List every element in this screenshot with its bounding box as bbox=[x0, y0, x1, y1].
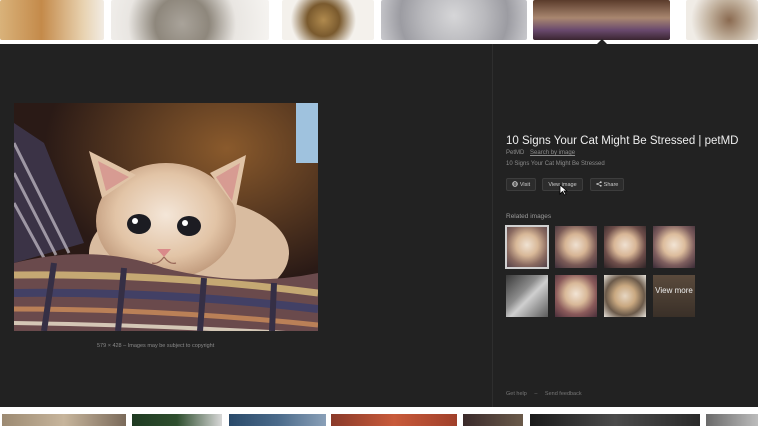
related-image-4[interactable] bbox=[653, 226, 695, 268]
result-description: 10 Signs Your Cat Might Be Stressed bbox=[506, 161, 605, 167]
visit-label: Visit bbox=[519, 181, 531, 188]
thumbnail-kitten-3[interactable] bbox=[282, 0, 374, 40]
share-label: Share bbox=[603, 181, 619, 188]
thumbnail-bottom-7[interactable] bbox=[706, 414, 758, 426]
copyright-notice: Images may be subject to copyright bbox=[127, 343, 215, 349]
related-image-3[interactable] bbox=[604, 226, 646, 268]
search-by-image-link[interactable]: Search by image bbox=[530, 150, 575, 156]
panel-footer: Get help – Send feedback bbox=[506, 391, 582, 397]
share-button[interactable]: Share bbox=[590, 178, 624, 191]
source-line: PetMD Search by image bbox=[506, 150, 575, 156]
thumbnail-bottom-1[interactable] bbox=[2, 414, 126, 426]
related-image-5[interactable] bbox=[506, 275, 548, 317]
image-caption: 579 × 428 – Images may be subject to cop… bbox=[97, 343, 215, 349]
get-help-link[interactable]: Get help bbox=[506, 391, 527, 397]
thumbnail-bottom-2[interactable] bbox=[132, 414, 222, 426]
kitten-photo bbox=[14, 103, 318, 331]
result-title[interactable]: 10 Signs Your Cat Might Be Stressed | pe… bbox=[506, 135, 738, 147]
related-image-2[interactable] bbox=[555, 226, 597, 268]
thumbnail-bottom-6[interactable] bbox=[530, 414, 700, 426]
thumbnail-kitten-1[interactable] bbox=[0, 0, 104, 40]
thumbnail-kitten-2[interactable] bbox=[111, 0, 269, 40]
thumbnail-bottom-4[interactable] bbox=[331, 414, 457, 426]
preview-image[interactable] bbox=[14, 103, 318, 331]
thumbnail-kitten-6[interactable] bbox=[686, 0, 758, 40]
thumbnail-kitten-5-selected[interactable] bbox=[533, 0, 670, 40]
related-image-7[interactable] bbox=[604, 275, 646, 317]
image-dimensions: 579 × 428 bbox=[97, 343, 122, 349]
thumbnail-bottom-3[interactable] bbox=[229, 414, 326, 426]
visit-button[interactable]: Visit bbox=[506, 178, 536, 191]
thumbnail-kitten-4[interactable] bbox=[381, 0, 527, 40]
related-image-1[interactable] bbox=[505, 225, 549, 269]
share-icon bbox=[595, 180, 602, 189]
mouse-cursor-icon bbox=[559, 183, 569, 201]
thumbnail-bottom-5[interactable] bbox=[463, 414, 523, 426]
view-more-label: View more bbox=[655, 286, 693, 295]
globe-icon bbox=[512, 180, 518, 189]
related-image-6[interactable] bbox=[555, 275, 597, 317]
source-domain: PetMD bbox=[506, 150, 525, 156]
panel-divider bbox=[492, 44, 493, 407]
send-feedback-link[interactable]: Send feedback bbox=[545, 391, 582, 397]
related-images-heading: Related images bbox=[506, 213, 552, 220]
view-more-tile[interactable]: View more bbox=[653, 275, 695, 317]
